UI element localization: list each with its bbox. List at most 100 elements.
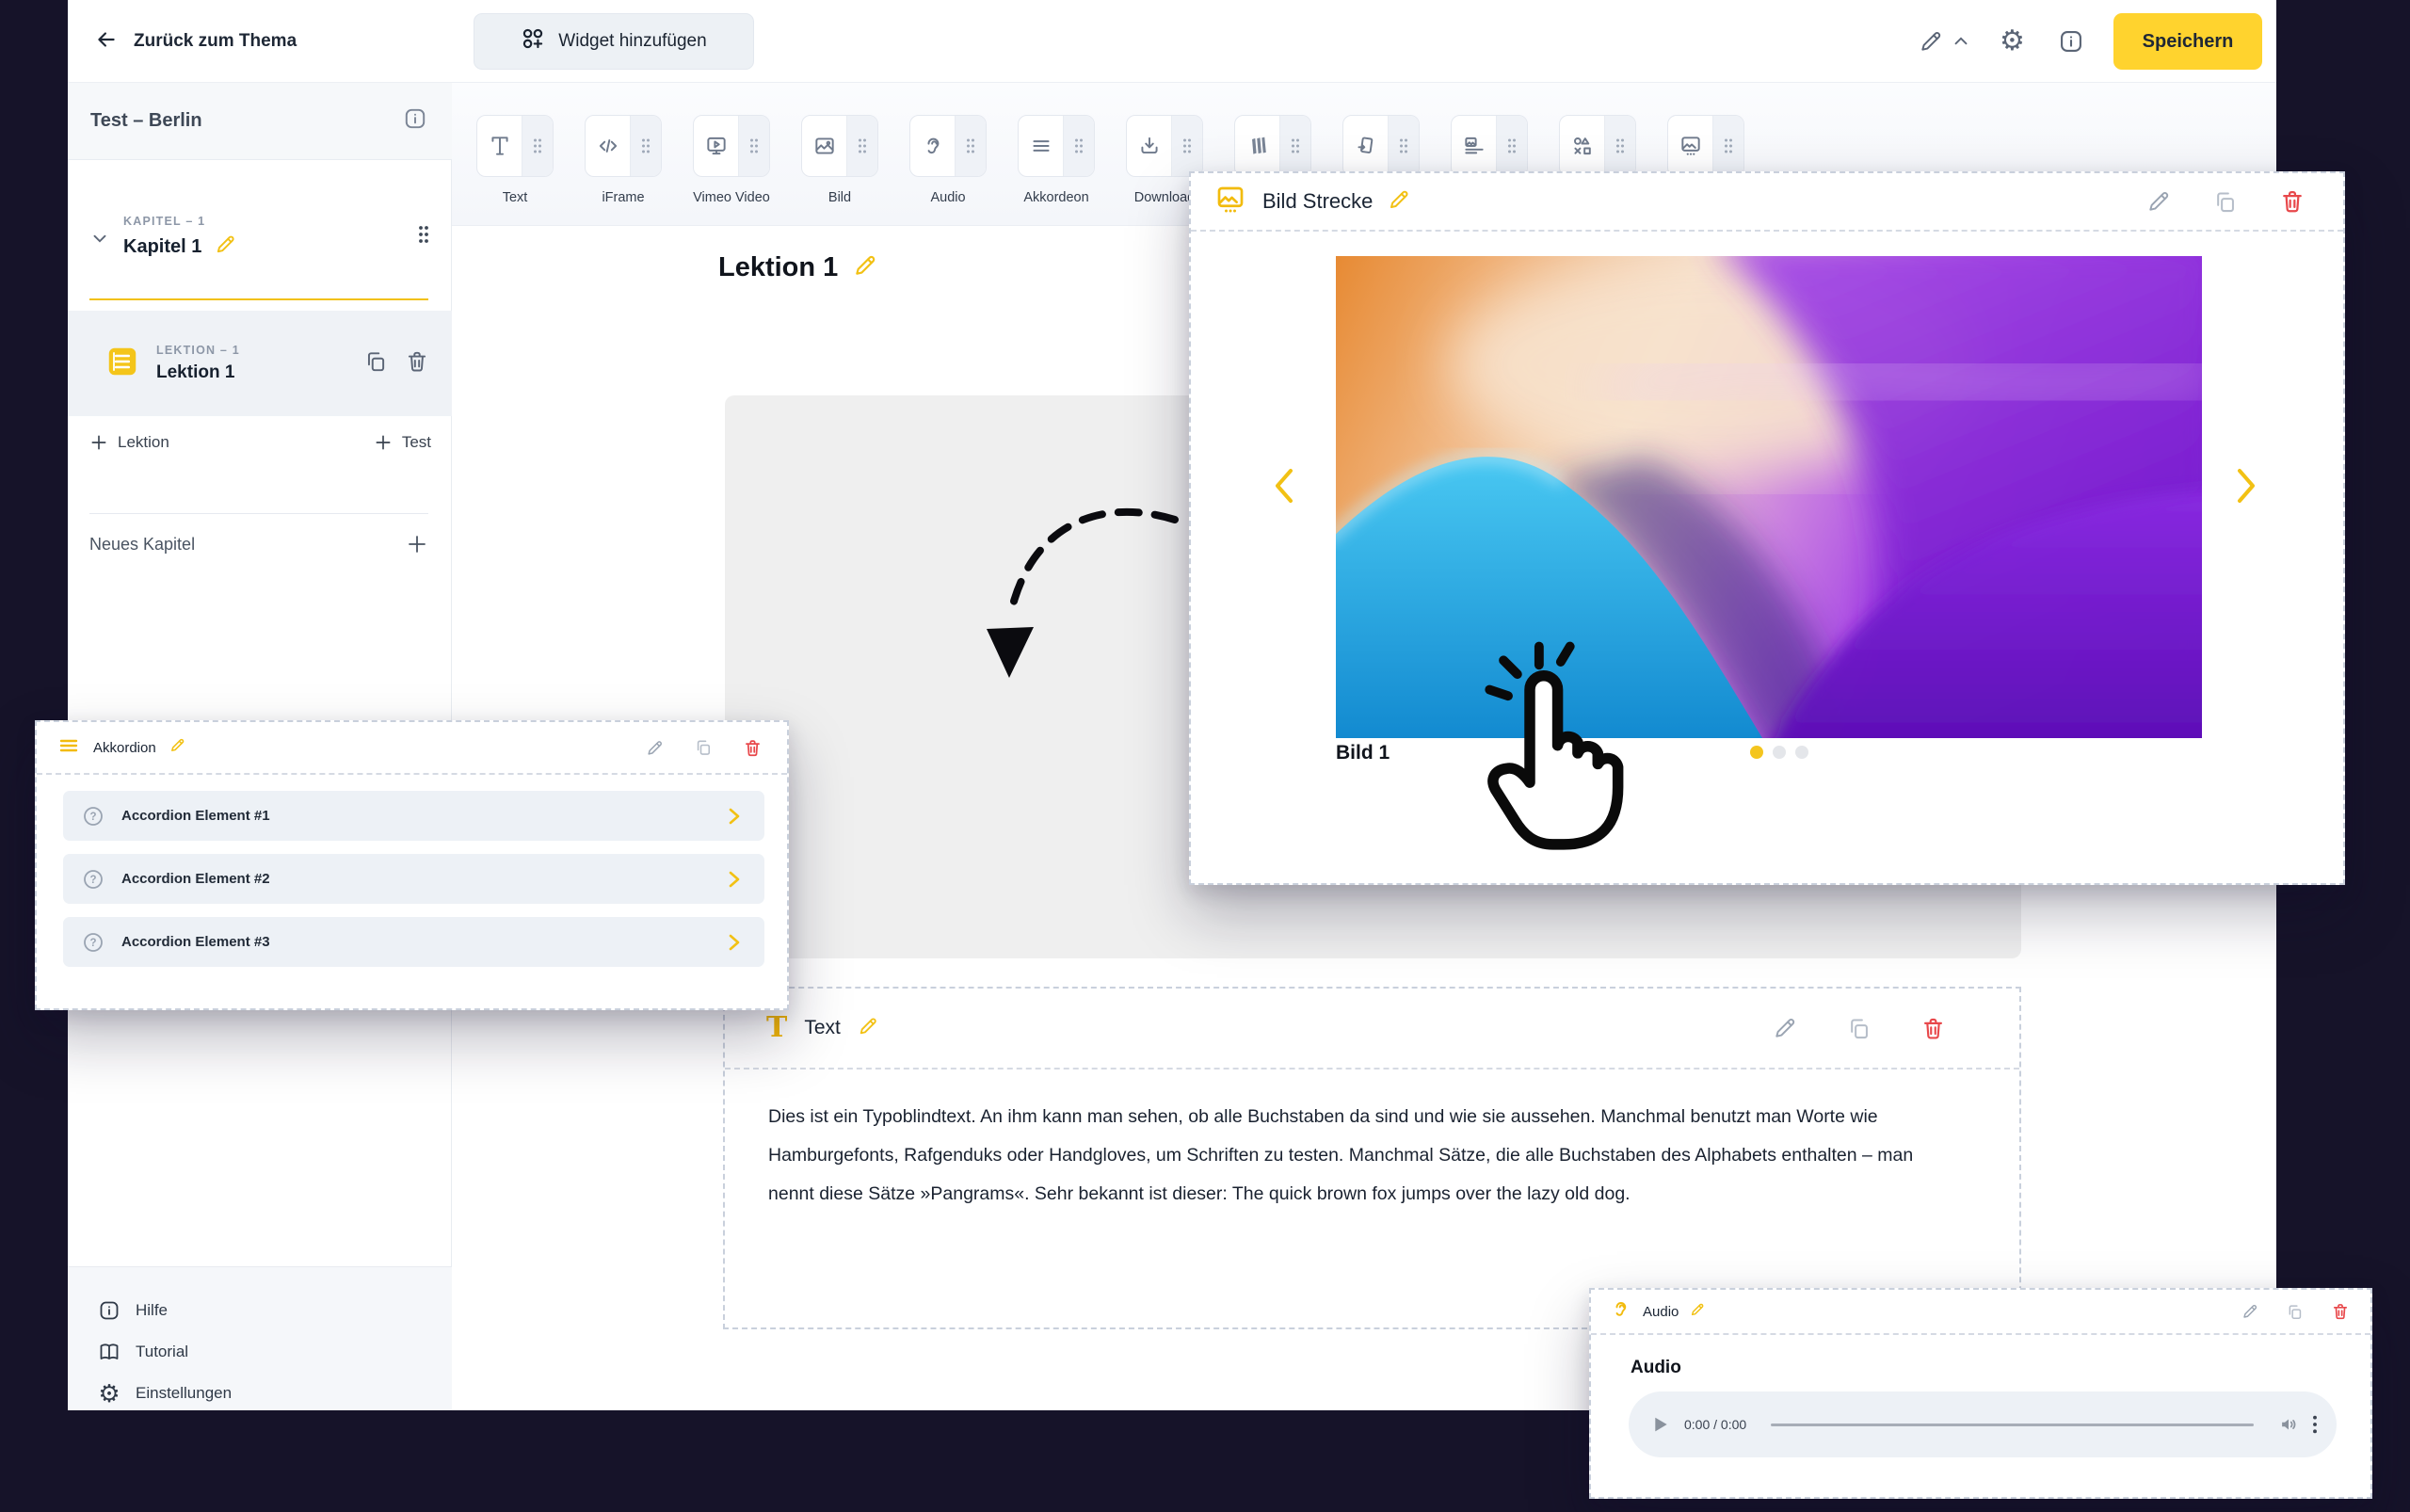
toolbar-item-accordion: Akkordeon bbox=[1018, 115, 1095, 177]
audio-widget-icon bbox=[910, 116, 955, 176]
widget-label: iFrame bbox=[602, 190, 644, 205]
info-icon bbox=[98, 1299, 120, 1322]
drag-handle-icon[interactable] bbox=[630, 116, 661, 176]
widget-button-memory[interactable] bbox=[1559, 115, 1636, 177]
drag-handle-icon[interactable] bbox=[1712, 116, 1743, 176]
drag-handle-icon[interactable] bbox=[846, 116, 877, 176]
card-stack-widget-icon bbox=[1235, 116, 1279, 176]
back-to-topic-button[interactable]: Zurück zum Thema bbox=[94, 0, 297, 83]
lesson-item[interactable]: LEKTION – 1 Lektion 1 bbox=[68, 311, 452, 416]
add-widget-button[interactable]: Widget hinzufügen bbox=[474, 13, 754, 70]
edit-lesson-title-pencil-icon[interactable] bbox=[853, 253, 877, 282]
accordion-widget-icon bbox=[1019, 116, 1063, 176]
image-widget-icon bbox=[802, 116, 846, 176]
widget-button-accordion[interactable] bbox=[1018, 115, 1095, 177]
drag-handle-icon[interactable] bbox=[955, 116, 986, 176]
accordion-element-3[interactable]: ? Accordion Element #3 bbox=[63, 917, 764, 967]
chapter-drag-handle[interactable] bbox=[416, 224, 431, 260]
add-lesson-button[interactable]: Lektion bbox=[89, 433, 169, 452]
audio-player[interactable]: 0:00 / 0:00 bbox=[1629, 1391, 2337, 1457]
duplicate-widget-icon[interactable] bbox=[694, 738, 713, 757]
widget-button-vimeo[interactable] bbox=[693, 115, 770, 177]
widget-button-audio[interactable] bbox=[909, 115, 987, 177]
widget-button-flip-card[interactable] bbox=[1342, 115, 1420, 177]
widget-button-image-carousel[interactable] bbox=[1667, 115, 1744, 177]
widget-button-card-stack[interactable] bbox=[1234, 115, 1311, 177]
edit-title-pencil-icon[interactable] bbox=[1388, 188, 1410, 216]
edit-title-pencil-icon[interactable] bbox=[169, 737, 185, 758]
carousel-next-button[interactable] bbox=[2225, 456, 2268, 521]
edit-title-pencil-icon[interactable] bbox=[1690, 1302, 1705, 1322]
edit-widget-icon[interactable] bbox=[2241, 1303, 2258, 1320]
duplicate-lesson-icon[interactable] bbox=[363, 349, 388, 378]
settings-menu-item[interactable]: ⚙ Einstellungen bbox=[98, 1373, 452, 1414]
audio-panel[interactable]: Audio Audio 0:00 / 0:00 bbox=[1589, 1288, 2372, 1499]
drag-handle-icon[interactable] bbox=[1496, 116, 1527, 176]
duplicate-widget-icon[interactable] bbox=[2286, 1303, 2304, 1321]
drag-handle-icon[interactable] bbox=[1388, 116, 1419, 176]
duplicate-widget-icon[interactable] bbox=[2212, 189, 2238, 215]
edit-chapter-pencil-icon[interactable] bbox=[215, 233, 236, 260]
delete-widget-icon[interactable] bbox=[1920, 1016, 1946, 1041]
drag-handle-icon[interactable] bbox=[1279, 116, 1310, 176]
delete-widget-icon[interactable] bbox=[743, 738, 763, 758]
play-icon[interactable] bbox=[1653, 1416, 1669, 1433]
help-label: Hilfe bbox=[136, 1301, 168, 1320]
audio-header: Audio bbox=[1591, 1290, 2370, 1335]
widget-button-image-text[interactable] bbox=[1451, 115, 1528, 177]
pencil-icon bbox=[1919, 29, 1943, 54]
delete-widget-icon[interactable] bbox=[2331, 1302, 2350, 1321]
new-chapter-label: Neues Kapitel bbox=[89, 535, 195, 555]
delete-widget-icon[interactable] bbox=[2279, 188, 2306, 215]
widget-button-iframe[interactable] bbox=[585, 115, 662, 177]
drag-handle-icon[interactable] bbox=[738, 116, 769, 176]
widget-button-text[interactable] bbox=[476, 115, 554, 177]
widget-button-download[interactable] bbox=[1126, 115, 1203, 177]
widget-label: Download bbox=[1134, 190, 1196, 205]
accordion-widget-icon bbox=[57, 734, 80, 762]
widget-button-image[interactable] bbox=[801, 115, 878, 177]
text-widget-body[interactable]: Dies ist ein Typoblindtext. An ihm kann … bbox=[725, 1070, 2019, 1214]
carousel-prev-button[interactable] bbox=[1262, 456, 1306, 521]
drag-handle-icon[interactable] bbox=[1171, 116, 1202, 176]
audio-progress-track[interactable] bbox=[1771, 1424, 2254, 1426]
add-test-button[interactable]: Test bbox=[374, 433, 431, 452]
duplicate-widget-icon[interactable] bbox=[1846, 1016, 1872, 1041]
edit-widget-icon[interactable] bbox=[2146, 189, 2171, 214]
tutorial-menu-item[interactable]: Tutorial bbox=[98, 1331, 452, 1373]
drag-handle-icon[interactable] bbox=[1063, 116, 1094, 176]
course-header: Test – Berlin bbox=[68, 83, 452, 160]
carousel-dot-3[interactable] bbox=[1795, 746, 1808, 759]
accordion-panel[interactable]: Akkordion ? Accordion Element #1 ? Accor… bbox=[35, 720, 789, 1010]
drag-handle-icon[interactable] bbox=[1604, 116, 1635, 176]
delete-lesson-icon[interactable] bbox=[405, 349, 429, 378]
chevron-down-icon[interactable] bbox=[89, 228, 110, 260]
carousel-dot-1[interactable] bbox=[1750, 746, 1763, 759]
chapter-item[interactable]: KAPITEL – 1 Kapitel 1 bbox=[89, 215, 431, 260]
carousel-dot-2[interactable] bbox=[1773, 746, 1786, 759]
accordion-element-2[interactable]: ? Accordion Element #2 bbox=[63, 854, 764, 904]
help-menu-item[interactable]: Hilfe bbox=[98, 1290, 452, 1331]
edit-mode-button[interactable] bbox=[1919, 0, 1971, 83]
chevron-right-icon bbox=[727, 805, 742, 828]
gear-icon: ⚙ bbox=[2000, 27, 2025, 56]
audio-body-label: Audio bbox=[1631, 1358, 1681, 1378]
new-chapter-button[interactable]: Neues Kapitel bbox=[89, 533, 428, 555]
volume-icon[interactable] bbox=[2278, 1414, 2299, 1435]
settings-button[interactable]: ⚙ bbox=[2000, 0, 2025, 83]
chapter-active-underline bbox=[89, 298, 428, 300]
accordion-element-1[interactable]: ? Accordion Element #1 bbox=[63, 791, 764, 841]
text-widget-header: T Text bbox=[725, 989, 2019, 1070]
edit-widget-icon[interactable] bbox=[1773, 1016, 1797, 1040]
course-info-icon[interactable] bbox=[403, 106, 427, 136]
text-widget[interactable]: T Text Dies ist ein Typoblindtext. An ih… bbox=[723, 987, 2021, 1329]
toolbar-item-image: Bild bbox=[801, 115, 878, 177]
info-button[interactable] bbox=[2058, 0, 2084, 83]
drag-handle-icon[interactable] bbox=[522, 116, 553, 176]
image-carousel-panel[interactable]: Bild Strecke bbox=[1189, 171, 2345, 885]
save-button[interactable]: Speichern bbox=[2113, 13, 2262, 70]
edit-widget-icon[interactable] bbox=[646, 739, 664, 757]
image-carousel-widget-icon bbox=[1213, 183, 1247, 221]
kebab-menu-icon[interactable] bbox=[2312, 1414, 2318, 1435]
edit-title-pencil-icon[interactable] bbox=[858, 1016, 878, 1041]
